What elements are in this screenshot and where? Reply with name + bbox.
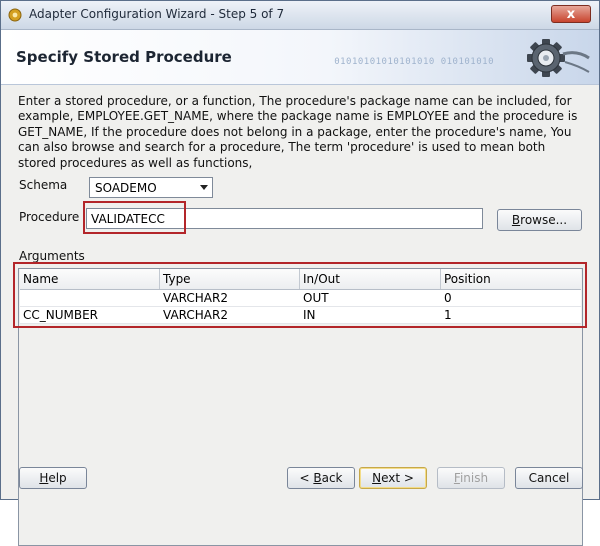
back-button[interactable]: < Back [287, 467, 355, 489]
wizard-header: Specify Stored Procedure 010101010101010… [1, 30, 599, 85]
next-label: ext > [381, 471, 414, 485]
arguments-label: Arguments [19, 249, 85, 263]
back-mnemonic: B [313, 471, 322, 485]
finish-label: inish [459, 471, 489, 485]
window-title: Adapter Configuration Wizard - Step 5 of… [29, 7, 285, 21]
arguments-highlight-box [13, 262, 587, 328]
cancel-label: Cancel [528, 471, 570, 485]
instructions-text: Enter a stored procedure, or a function,… [18, 94, 578, 170]
gear-icon [527, 39, 590, 77]
procedure-highlight-box [83, 201, 186, 234]
finish-button[interactable]: Finish [437, 467, 505, 489]
page-title: Specify Stored Procedure [16, 48, 232, 66]
help-button[interactable]: Help [19, 467, 87, 489]
browse-label: rowse... [520, 213, 568, 227]
schema-label: Schema [19, 178, 68, 192]
help-label: elp [48, 471, 67, 485]
cancel-button[interactable]: Cancel [515, 467, 583, 489]
next-button[interactable]: Next > [359, 467, 427, 489]
schema-value: SOADEMO [95, 181, 157, 195]
close-icon: x [566, 7, 576, 22]
procedure-label: Procedure [19, 210, 80, 224]
back-label: ack [321, 471, 343, 485]
binary-decoration: 01010101010101010 010101010 [334, 57, 494, 67]
wizard-window: Adapter Configuration Wizard - Step 5 of… [0, 0, 600, 546]
back-prefix: < [299, 471, 314, 485]
close-button[interactable]: x [551, 5, 591, 23]
help-mnemonic: H [39, 471, 49, 485]
next-mnemonic: N [372, 471, 382, 485]
schema-select[interactable]: SOADEMO [89, 177, 213, 198]
browse-button[interactable]: Browse... [497, 209, 582, 231]
chevron-down-icon [200, 185, 208, 190]
app-icon [8, 8, 22, 22]
title-bar[interactable]: Adapter Configuration Wizard - Step 5 of… [1, 1, 599, 30]
wizard-content: Enter a stored procedure, or a function,… [1, 85, 599, 546]
browse-mnemonic: B [511, 213, 521, 227]
